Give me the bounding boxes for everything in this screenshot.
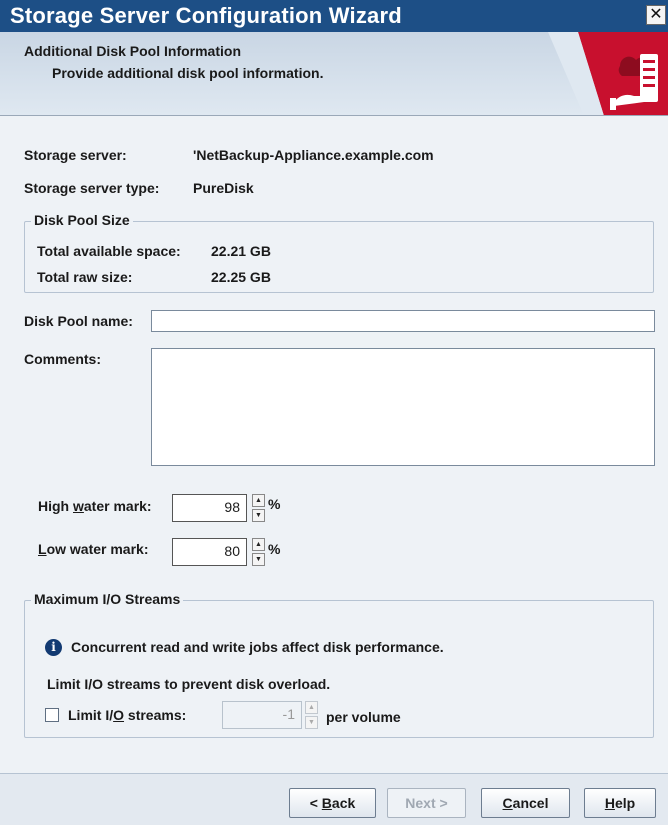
storage-server-type-label: Storage server type: bbox=[24, 180, 160, 196]
high-water-mark-input[interactable]: 98 bbox=[172, 494, 247, 522]
spinner-up-icon[interactable]: ▲ bbox=[305, 701, 318, 714]
spinner-up-icon[interactable]: ▲ bbox=[252, 538, 265, 551]
high-water-mark-unit: % bbox=[268, 496, 281, 512]
spinner-down-icon[interactable]: ▼ bbox=[252, 553, 265, 566]
total-available-value: 22.21 GB bbox=[211, 243, 271, 259]
button-bar: < Back Next > Cancel Help bbox=[0, 773, 668, 825]
total-raw-value: 22.25 GB bbox=[211, 269, 271, 285]
window-title: Storage Server Configuration Wizard bbox=[10, 3, 402, 28]
close-button[interactable]: ✕ bbox=[646, 5, 666, 25]
max-io-streams-legend: Maximum I/O Streams bbox=[31, 591, 184, 607]
header-subtitle: Provide additional disk pool information… bbox=[52, 65, 324, 81]
wizard-header: Additional Disk Pool Information Provide… bbox=[0, 32, 668, 116]
limit-io-streams-label: Limit I/O streams: bbox=[68, 707, 187, 723]
comments-label: Comments: bbox=[24, 351, 102, 367]
limit-io-streams-checkbox[interactable] bbox=[45, 708, 59, 722]
per-volume-label: per volume bbox=[326, 709, 401, 725]
low-water-mark-unit: % bbox=[268, 541, 281, 557]
next-button[interactable]: Next > bbox=[387, 788, 466, 818]
storage-server-value: 'NetBackup-Appliance.example.com bbox=[193, 147, 434, 163]
io-info-text: Concurrent read and write jobs affect di… bbox=[71, 639, 444, 655]
low-water-mark-input[interactable]: 80 bbox=[172, 538, 247, 566]
storage-server-type-value: PureDisk bbox=[193, 180, 254, 196]
close-icon: ✕ bbox=[649, 6, 663, 23]
storage-server-label: Storage server: bbox=[24, 147, 127, 163]
limit-io-streams-stepper[interactable]: ▲ ▼ bbox=[305, 701, 318, 729]
disk-pool-size-group: Disk Pool Size Total available space: 22… bbox=[24, 212, 654, 293]
high-water-mark-label: High water mark: bbox=[38, 498, 152, 514]
header-title: Additional Disk Pool Information bbox=[24, 43, 241, 59]
limit-io-streams-input[interactable]: -1 bbox=[222, 701, 302, 729]
help-button[interactable]: Help bbox=[584, 788, 656, 818]
low-water-mark-stepper[interactable]: ▲ ▼ bbox=[252, 538, 265, 566]
spinner-down-icon[interactable]: ▼ bbox=[305, 716, 318, 729]
wizard-content: Storage server: 'NetBackup-Appliance.exa… bbox=[0, 117, 668, 773]
wizard-window: Storage Server Configuration Wizard ✕ Ad… bbox=[0, 0, 668, 825]
low-water-mark-label: Low water mark: bbox=[38, 541, 149, 557]
disk-pool-size-legend: Disk Pool Size bbox=[31, 212, 133, 228]
spinner-down-icon[interactable]: ▼ bbox=[252, 509, 265, 522]
title-bar: Storage Server Configuration Wizard ✕ bbox=[0, 0, 668, 32]
disk-pool-name-input[interactable] bbox=[151, 310, 655, 332]
disk-pool-name-label: Disk Pool name: bbox=[24, 313, 133, 329]
cancel-button[interactable]: Cancel bbox=[481, 788, 570, 818]
comments-textarea[interactable] bbox=[151, 348, 655, 466]
info-icon: i bbox=[45, 639, 62, 656]
back-button[interactable]: < Back bbox=[289, 788, 376, 818]
max-io-streams-group: Maximum I/O Streams i Concurrent read an… bbox=[24, 591, 654, 738]
spinner-up-icon[interactable]: ▲ bbox=[252, 494, 265, 507]
total-available-label: Total available space: bbox=[37, 243, 181, 259]
io-hint-text: Limit I/O streams to prevent disk overlo… bbox=[47, 676, 331, 692]
total-raw-label: Total raw size: bbox=[37, 269, 133, 285]
storage-server-logo-icon bbox=[548, 32, 668, 115]
high-water-mark-stepper[interactable]: ▲ ▼ bbox=[252, 494, 265, 522]
